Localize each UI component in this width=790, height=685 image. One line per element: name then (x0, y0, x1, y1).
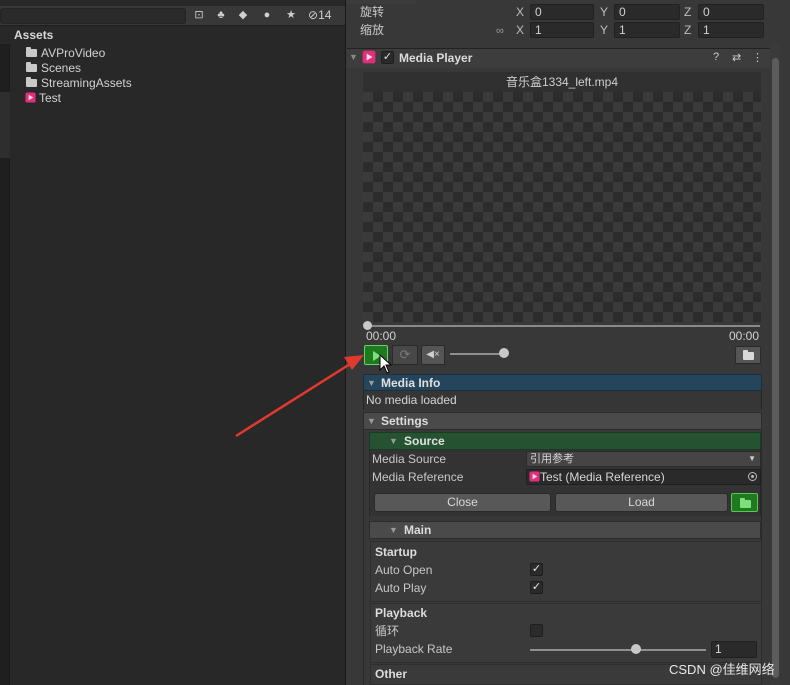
annotation-arrow (235, 355, 364, 438)
avpro-media-player-icon (25, 92, 36, 103)
media-reference-field[interactable]: Test (Media Reference) (526, 469, 761, 485)
startup-title: Startup (375, 545, 417, 559)
watermark: CSDN @佳维网络 (669, 662, 775, 677)
playback-rate-field[interactable]: 1 (711, 641, 757, 658)
rotation-label: 旋转 (360, 5, 385, 19)
video-preview (363, 92, 761, 322)
help-icon[interactable]: ? (713, 51, 719, 63)
video-filename: 音乐盒1334_left.mp4 (363, 72, 761, 92)
constrain-proportions-link-icon[interactable]: ∞ (496, 25, 510, 37)
favorites-column (0, 44, 10, 685)
asset-item-streamingassets[interactable]: StreamingAssets (26, 76, 132, 91)
eye-slash-icon: ⊘ (308, 8, 319, 22)
rotation-x-label: X (516, 5, 525, 19)
hidden-count: 14 (318, 8, 332, 22)
rotation-y-field[interactable]: 0 (614, 4, 680, 20)
object-picker-icon[interactable] (748, 472, 757, 481)
scale-y-label: Y (600, 23, 609, 37)
main-title: Main (404, 523, 432, 537)
scale-y-field[interactable]: 1 (614, 22, 680, 38)
loop-button[interactable]: ⟳ (392, 345, 418, 365)
rotation-y-label: Y (600, 5, 609, 19)
dropdown-arrow-icon: ▼ (748, 454, 756, 463)
media-reference-value: Test (Media Reference) (540, 470, 665, 484)
folder-icon (26, 47, 37, 57)
volume-handle[interactable] (499, 348, 509, 358)
asset-label: Test (39, 91, 62, 105)
asset-label: Scenes (41, 61, 82, 75)
fold-arrow-icon[interactable]: ▼ (389, 525, 398, 535)
fold-arrow-icon[interactable]: ▼ (389, 436, 398, 446)
folder-icon (740, 498, 751, 508)
mute-button[interactable]: ◀× (421, 345, 445, 365)
mouse-cursor-icon (379, 354, 393, 374)
project-search-input[interactable] (0, 8, 186, 24)
rotation-z-label: Z (684, 5, 692, 19)
asset-item-avprovideo[interactable]: AVProVideo (26, 46, 105, 61)
assets-header: Assets (14, 28, 54, 42)
avpro-media-player-icon (362, 50, 376, 64)
log-filter-icon[interactable]: ● (256, 7, 278, 24)
playback-rate-label: Playback Rate (375, 642, 453, 656)
scale-x-label: X (516, 23, 525, 37)
folder-icon (743, 350, 754, 360)
loop-checkbox[interactable] (530, 624, 543, 637)
fold-arrow-icon[interactable]: ▼ (349, 52, 358, 62)
other-title: Other (375, 667, 408, 681)
component-title: Media Player (399, 51, 473, 65)
auto-open-label: Auto Open (375, 563, 433, 577)
media-source-label: Media Source (372, 452, 447, 466)
folder-icon (26, 77, 37, 87)
scale-z-label: Z (684, 23, 692, 37)
settings-title: Settings (381, 414, 429, 428)
asset-label: StreamingAssets (41, 76, 132, 90)
folder-icon (26, 62, 37, 72)
scale-z-field[interactable]: 1 (698, 22, 764, 38)
loop-label: 循环 (375, 624, 400, 638)
search-by-type-icon[interactable]: ⊡ (188, 7, 210, 24)
open-folder-button[interactable] (735, 346, 761, 364)
total-time: 00:00 (729, 329, 760, 343)
rotation-x-field[interactable]: 0 (530, 4, 594, 20)
close-button[interactable]: Close (374, 493, 551, 512)
browse-folder-button[interactable] (731, 493, 758, 512)
scale-x-field[interactable]: 1 (530, 22, 594, 38)
volume-slider[interactable] (450, 353, 504, 355)
rotation-z-field[interactable]: 0 (698, 4, 764, 20)
load-button[interactable]: Load (555, 493, 728, 512)
auto-play-checkbox[interactable]: ✓ (530, 581, 543, 594)
media-reference-icon (529, 471, 540, 482)
scrollbar-thumb[interactable] (772, 58, 779, 678)
speaker-mute-icon: ◀× (426, 349, 440, 360)
playback-rate-handle[interactable] (630, 644, 641, 654)
asset-label: AVProVideo (41, 46, 106, 60)
favorite-star-icon[interactable]: ★ (280, 7, 302, 24)
more-options-icon[interactable]: ⋮ (752, 51, 763, 64)
media-info-title: Media Info (381, 376, 441, 390)
auto-open-checkbox[interactable]: ✓ (530, 563, 543, 576)
media-source-value: 引用参考 (530, 453, 574, 465)
loop-icon: ⟳ (399, 347, 411, 362)
playback-rate-slider[interactable] (530, 649, 706, 651)
scale-label: 缩放 (360, 23, 385, 37)
media-source-dropdown[interactable]: 引用参考 ▼ (526, 451, 761, 467)
auto-play-label: Auto Play (375, 581, 427, 595)
timeline-slider[interactable] (366, 325, 760, 327)
filter-by-type-icon[interactable]: ♣ (210, 7, 232, 24)
asset-item-test[interactable]: Test (25, 91, 61, 106)
label-filter-icon[interactable]: ◆ (232, 7, 254, 24)
component-enabled-checkbox[interactable]: ✓ (381, 51, 394, 64)
source-title: Source (404, 434, 445, 448)
playback-title: Playback (375, 606, 428, 620)
presets-icon[interactable]: ⇄ (732, 51, 741, 64)
asset-item-scenes[interactable]: Scenes (26, 61, 81, 76)
hidden-packages-toggle[interactable]: ⊘14 (308, 7, 342, 24)
media-reference-label: Media Reference (372, 470, 464, 484)
